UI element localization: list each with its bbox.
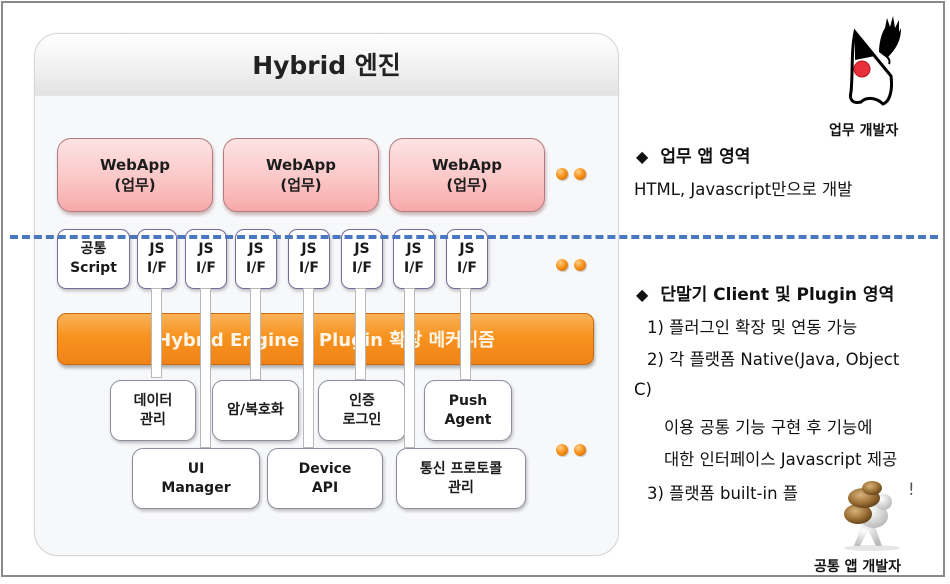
module-label: 인증: [349, 392, 375, 409]
webapp-box: WebApp (업무): [57, 138, 213, 212]
business-app-area-text: HTML, Javascript만으로 개발: [634, 180, 853, 199]
connector-line: [355, 288, 366, 380]
business-app-area-title: 업무 앱 영역: [660, 147, 751, 167]
hybrid-engine-bar: Hybrid Engine : Plugin 확장 메커니즘: [57, 313, 594, 365]
diamond-bullet-icon: ◆: [636, 285, 649, 304]
module-label: 데이터: [133, 392, 173, 409]
module-sublabel: 관리: [448, 479, 474, 496]
js-if-sublabel: I/F: [246, 260, 266, 276]
js-if-sublabel: I/F: [352, 260, 372, 276]
common-script-sublabel: Script: [70, 260, 117, 276]
connector-line: [250, 288, 261, 380]
connector-line: [460, 288, 471, 380]
webapp-label: WebApp: [99, 156, 170, 174]
common-script-label: 공통: [80, 241, 107, 257]
area-divider-line: [10, 235, 938, 239]
common-app-developer-caption: 공통 앱 개발자: [814, 559, 902, 575]
webapp-label: WebApp: [265, 156, 336, 174]
js-if-label: JS: [459, 241, 475, 257]
module-box: Device API: [267, 448, 383, 509]
module-box: Push Agent: [424, 380, 512, 441]
webapp-sublabel: (업무): [446, 176, 488, 194]
plugin-line-5: 대한 인터페이스 Javascript 제공: [664, 450, 898, 469]
plugin-line-2: 2) 각 플랫폼 Native(Java, Object: [647, 350, 900, 369]
connector-line: [151, 288, 162, 378]
module-sublabel: Agent: [444, 411, 492, 428]
js-if-label: JS: [248, 241, 264, 257]
webapp-sublabel: (업무): [114, 176, 156, 194]
module-sublabel: 로그인: [342, 411, 382, 428]
business-app-area-heading: ◆ 업무 앱 영역: [636, 142, 750, 167]
module-label: Device: [298, 460, 352, 477]
module-label: 암/복호화: [227, 402, 284, 418]
webapp-sublabel: (업무): [280, 176, 322, 194]
js-if-label: JS: [198, 241, 214, 257]
diamond-bullet-icon: ◆: [636, 147, 649, 166]
plugin-line-3: C): [634, 380, 652, 399]
plugin-line-4: 이용 공통 기능 구현 후 기능에: [664, 418, 873, 437]
module-box: 통신 프로토콜 관리: [396, 448, 526, 509]
connector-line: [404, 288, 415, 448]
module-box: 암/복호화: [212, 380, 299, 441]
java-duke-mascot-icon: [849, 16, 901, 106]
module-label: 통신 프로토콜: [419, 460, 503, 477]
module-box: 데이터 관리: [110, 380, 196, 441]
js-if-label: JS: [354, 241, 370, 257]
plugin-line-6: 3) 플랫폼 built-in 플: [647, 484, 798, 503]
module-sublabel: API: [311, 479, 339, 496]
connector-line: [303, 288, 314, 448]
webapp-box: WebApp (업무): [389, 138, 545, 212]
business-developer-caption: 업무 개발자: [829, 123, 899, 139]
webapp-label: WebApp: [431, 156, 502, 174]
js-if-label: JS: [406, 241, 422, 257]
module-box: UI Manager: [132, 448, 260, 509]
module-box: 인증 로그인: [318, 380, 406, 441]
module-label: UI: [187, 460, 205, 477]
module-sublabel: 관리: [140, 411, 166, 428]
plugin-line-1: 1) 플러그인 확장 및 연동 가능: [647, 318, 858, 337]
js-if-label: JS: [301, 241, 317, 257]
module-label: Push: [448, 392, 488, 409]
js-if-sublabel: I/F: [196, 260, 216, 276]
panel-title: Hybrid 엔진: [252, 51, 401, 80]
js-if-sublabel: I/F: [457, 260, 477, 276]
js-if-sublabel: I/F: [147, 260, 167, 276]
ellipsis-dots-icon: [556, 444, 590, 456]
ellipsis-dots-icon: [556, 168, 590, 180]
ellipsis-dots-icon: [556, 259, 590, 271]
panel-header: Hybrid 엔진: [35, 34, 618, 96]
client-plugin-area-heading: ◆ 단말기 Client 및 Plugin 영역: [636, 280, 894, 305]
js-if-sublabel: I/F: [404, 260, 424, 276]
person-carrying-rocks-icon: [844, 481, 900, 551]
js-if-label: JS: [149, 241, 165, 257]
connector-line: [200, 288, 211, 448]
client-plugin-area-title: 단말기 Client 및 Plugin 영역: [660, 285, 895, 305]
js-if-sublabel: I/F: [299, 260, 319, 276]
webapp-box: WebApp (업무): [223, 138, 379, 212]
module-sublabel: Manager: [161, 479, 231, 496]
